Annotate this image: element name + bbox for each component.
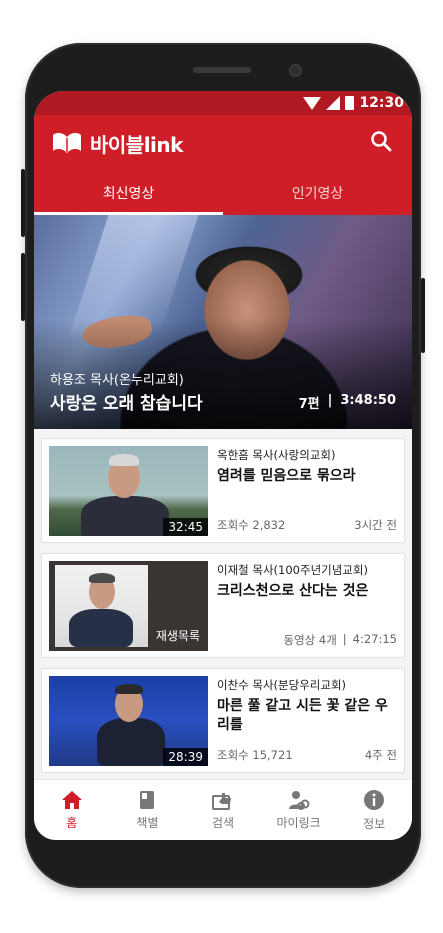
speaker-hair <box>115 684 143 694</box>
video-title: 염려를 믿음으로 묶으라 <box>217 468 356 484</box>
tab-popular-videos[interactable]: 인기영상 <box>223 171 412 215</box>
nav-home[interactable]: 홈 <box>34 780 110 840</box>
brand[interactable]: 바이블link <box>52 129 183 158</box>
video-pastor: 옥한흠 목사(사랑의교회) <box>217 448 336 462</box>
featured-episodes: 7편 <box>298 397 320 412</box>
my-link-icon <box>287 790 311 810</box>
playlist-info: 이재철 목사(100주년기념교회) 크리스천으로 산다는 것은 동영상 4개 |… <box>208 561 397 650</box>
featured-pastor: 하용조 목사(온누리교회) <box>50 373 184 388</box>
featured-title: 사랑은 오래 참습니다 <box>50 394 203 414</box>
phone-camera <box>289 64 302 77</box>
playlist-stats: 동영상 4개 | 4:27:15 <box>217 632 397 648</box>
volume-button <box>21 253 25 321</box>
signal-icon <box>326 96 341 110</box>
app-name: 바이블link <box>90 132 183 157</box>
featured-duration: 3:48:50 <box>340 393 396 408</box>
info-icon <box>363 789 385 811</box>
featured-meta: 7편 | 3:48:50 <box>299 393 396 412</box>
speaker-figure <box>81 496 169 536</box>
playlist-thumbnail-image <box>55 565 148 647</box>
search-icon <box>370 130 392 156</box>
playlist-pastor: 이재철 목사(100주년기념교회) <box>217 563 368 577</box>
video-info: 옥한흠 목사(사랑의교회) 염려를 믿음으로 묶으라 조회수 2,832 3시간… <box>208 446 397 535</box>
status-time: 12:30 <box>359 95 404 111</box>
home-icon <box>61 790 83 810</box>
video-card[interactable]: 28:39 이찬수 목사(분당우리교회) 마른 풀 같고 시든 꽃 같은 우리를… <box>41 668 405 773</box>
video-title: 마른 풀 같고 시든 꽃 같은 우리를 <box>217 698 388 733</box>
nav-home-label: 홈 <box>66 815 78 830</box>
battery-icon <box>345 96 355 110</box>
playlist-card[interactable]: 재생목록 이재철 목사(100주년기념교회) 크리스천으로 산다는 것은 동영상… <box>41 553 405 658</box>
featured-video[interactable]: 하용조 목사(온누리교회) 사랑은 오래 참습니다 7편 | 3:48:50 <box>34 215 412 429</box>
search-thumb-icon <box>211 790 234 810</box>
video-pastor: 이찬수 목사(분당우리교회) <box>217 678 347 692</box>
phone-frame: 12:30 바이블link 최신영상 인기영상 하용조 목사(온누리교회) 사랑… <box>21 43 425 888</box>
video-thumbnail: 28:39 <box>49 676 208 766</box>
nav-my-link-label: 마이링크 <box>276 815 321 830</box>
nav-info-label: 정보 <box>363 816 386 831</box>
phone-speaker <box>193 67 251 73</box>
nav-search[interactable]: 검색 <box>185 780 261 840</box>
speaker-figure <box>97 718 165 766</box>
video-views: 조회수 15,721 <box>217 748 293 762</box>
playlist-label: 재생목록 <box>155 629 200 643</box>
app-screen: 12:30 바이블link 최신영상 인기영상 하용조 목사(온누리교회) 사랑… <box>34 91 412 840</box>
video-stats: 조회수 15,721 4주 전 <box>217 747 397 763</box>
video-duration: 28:39 <box>163 748 208 766</box>
video-thumbnail: 32:45 <box>49 446 208 536</box>
video-duration: 32:45 <box>163 518 208 536</box>
tab-bar: 최신영상 인기영상 <box>34 171 412 215</box>
video-card[interactable]: 32:45 옥한흠 목사(사랑의교회) 염려를 믿음으로 묶으라 조회수 2,8… <box>41 438 405 543</box>
power-button <box>421 278 425 353</box>
playlist-thumbnail: 재생목록 <box>49 561 208 651</box>
video-list: 32:45 옥한흠 목사(사랑의교회) 염려를 믿음으로 묶으라 조회수 2,8… <box>34 429 412 783</box>
video-views: 조회수 2,832 <box>217 518 286 532</box>
video-time-ago: 3시간 전 <box>354 518 397 532</box>
playlist-separator: | <box>342 632 347 646</box>
status-bar: 12:30 <box>34 91 412 115</box>
tab-latest-videos[interactable]: 최신영상 <box>34 171 223 215</box>
volume-button <box>21 169 25 237</box>
speaker-figure <box>69 609 133 647</box>
featured-separator: | <box>327 393 333 408</box>
nav-books[interactable]: 책별 <box>110 780 186 840</box>
playlist-title: 크리스천으로 산다는 것은 <box>217 583 369 599</box>
search-button[interactable] <box>368 130 394 156</box>
bible-book-icon <box>52 131 82 155</box>
book-icon <box>138 790 156 810</box>
nav-books-label: 책별 <box>136 815 159 830</box>
playlist-video-count: 동영상 4개 <box>283 633 337 647</box>
speaker-hair <box>109 454 139 466</box>
wifi-icon <box>303 96 322 110</box>
playlist-total-duration: 4:27:15 <box>352 632 397 646</box>
video-info: 이찬수 목사(분당우리교회) 마른 풀 같고 시든 꽃 같은 우리를 조회수 1… <box>208 676 397 765</box>
nav-search-label: 검색 <box>211 815 235 830</box>
nav-info[interactable]: 정보 <box>336 780 412 840</box>
bottom-navigation: 홈 책별 검색 마이링크 정보 <box>34 779 412 840</box>
speaker-hair <box>89 573 115 583</box>
video-stats: 조회수 2,832 3시간 전 <box>217 517 397 533</box>
video-time-ago: 4주 전 <box>364 748 397 762</box>
app-bar: 바이블link <box>34 115 412 171</box>
nav-my-link[interactable]: 마이링크 <box>261 780 337 840</box>
